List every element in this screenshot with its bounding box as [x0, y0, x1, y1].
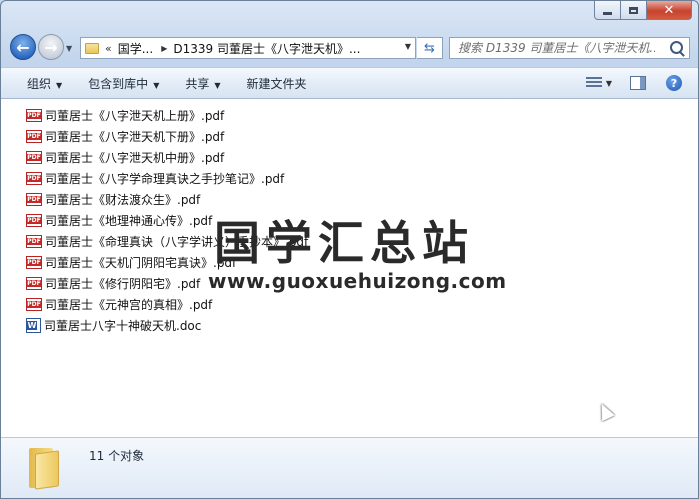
file-item[interactable]: 司董居士《八字学命理真诀之手抄笔记》.pdf — [26, 168, 308, 189]
pdf-file-icon — [26, 277, 42, 290]
close-icon: ✕ — [663, 2, 675, 18]
watermark-title: 国学汇总站 — [214, 216, 474, 270]
chevron-down-icon: ▼ — [214, 80, 221, 90]
address-bar[interactable]: « 国学... ▶ D1339 司董居士《八字泄天机》... ▼ — [80, 37, 416, 59]
file-name: 司董居士《财法渡众生》.pdf — [45, 193, 201, 207]
item-count: 11 个对象 — [89, 449, 145, 463]
pdf-file-icon — [26, 235, 42, 248]
explorer-window: ✕ ← → ▼ « 国学... ▶ D1339 司董居士《八字泄天机》... ▼… — [0, 0, 699, 499]
command-bar: 组织 ▼ 包含到库中 ▼ 共享 ▼ 新建文件夹 ▼ ? — [1, 67, 698, 99]
file-name: 司董居士《八字泄天机中册》.pdf — [45, 151, 225, 165]
chevron-down-icon: ▼ — [153, 80, 160, 90]
pdf-file-icon — [26, 130, 42, 143]
word-file-icon — [26, 318, 41, 333]
file-item[interactable]: 司董居士《八字泄天机中册》.pdf — [26, 147, 308, 168]
back-arrow-icon: ← — [16, 37, 30, 57]
recent-pages-dropdown[interactable]: ▼ — [66, 44, 72, 53]
chevron-down-icon: ▼ — [56, 80, 63, 90]
file-name: 司董居士《修行阴阳宅》.pdf — [45, 277, 201, 291]
view-dropdown-icon[interactable]: ▼ — [606, 79, 612, 88]
pdf-file-icon — [26, 151, 42, 164]
navigation-bar: ← → ▼ « 国学... ▶ D1339 司董居士《八字泄天机》... ▼ ⇆ — [1, 31, 698, 63]
address-dropdown[interactable]: ▼ — [405, 42, 411, 51]
view-options-icon[interactable] — [585, 77, 602, 89]
minimize-icon — [603, 12, 612, 15]
breadcrumb-item-parent[interactable]: 国学... — [118, 40, 153, 57]
file-item[interactable]: 司董居士八字十神破天机.doc — [26, 315, 308, 336]
file-item[interactable]: 司董居士《八字泄天机下册》.pdf — [26, 126, 308, 147]
search-icon[interactable] — [670, 41, 683, 54]
details-pane: 11 个对象 — [1, 437, 698, 498]
new-folder-button[interactable]: 新建文件夹 — [247, 75, 307, 92]
share-label: 共享 — [185, 76, 210, 91]
mouse-cursor-icon — [595, 400, 615, 422]
pdf-file-icon — [26, 214, 42, 227]
refresh-button[interactable]: ⇆ — [417, 37, 443, 59]
maximize-icon — [629, 6, 638, 14]
file-name: 司董居士《八字泄天机上册》.pdf — [45, 109, 225, 123]
include-in-library-label: 包含到库中 — [88, 76, 149, 91]
file-name: 司董居士《地理神通心传》.pdf — [45, 214, 213, 228]
pdf-file-icon — [26, 193, 42, 206]
caption-buttons: ✕ — [594, 1, 692, 21]
organize-label: 组织 — [27, 76, 52, 91]
chevron-right-icon[interactable]: ▶ — [161, 44, 167, 53]
include-in-library-menu[interactable]: 包含到库中 ▼ — [88, 75, 159, 92]
file-item[interactable]: 司董居士《八字泄天机上册》.pdf — [26, 105, 308, 126]
back-button[interactable]: ← — [10, 34, 36, 60]
pdf-file-icon — [26, 172, 42, 185]
file-name: 司董居士八字十神破天机.doc — [44, 319, 202, 333]
search-box[interactable] — [449, 37, 690, 59]
forward-button[interactable]: → — [38, 34, 64, 60]
minimize-button[interactable] — [594, 1, 621, 20]
refresh-icon: ⇆ — [424, 40, 435, 56]
pdf-file-icon — [26, 298, 42, 311]
help-icon[interactable]: ? — [666, 75, 682, 91]
file-list-area[interactable]: 司董居士《八字泄天机上册》.pdf 司董居士《八字泄天机下册》.pdf 司董居士… — [1, 99, 698, 437]
file-item[interactable]: 司董居士《元神宫的真相》.pdf — [26, 294, 308, 315]
share-menu[interactable]: 共享 ▼ — [185, 75, 220, 92]
preview-pane-icon[interactable] — [630, 76, 646, 90]
pdf-file-icon — [26, 256, 42, 269]
watermark-url: www.guoxuehuizong.com — [208, 269, 507, 293]
file-name: 司董居士《八字学命理真诀之手抄笔记》.pdf — [45, 172, 285, 186]
forward-arrow-icon: → — [44, 37, 58, 57]
breadcrumb-overflow[interactable]: « — [105, 42, 112, 55]
folder-icon — [85, 42, 99, 54]
search-input[interactable] — [450, 38, 655, 58]
maximize-button[interactable] — [621, 1, 647, 20]
organize-menu[interactable]: 组织 ▼ — [27, 75, 62, 92]
file-name: 司董居士《元神宫的真相》.pdf — [45, 298, 213, 312]
close-button[interactable]: ✕ — [647, 1, 692, 20]
folder-icon — [29, 448, 59, 490]
file-name: 司董居士《八字泄天机下册》.pdf — [45, 130, 225, 144]
pdf-file-icon — [26, 109, 42, 122]
breadcrumb-item-current[interactable]: D1339 司董居士《八字泄天机》... — [173, 40, 360, 57]
